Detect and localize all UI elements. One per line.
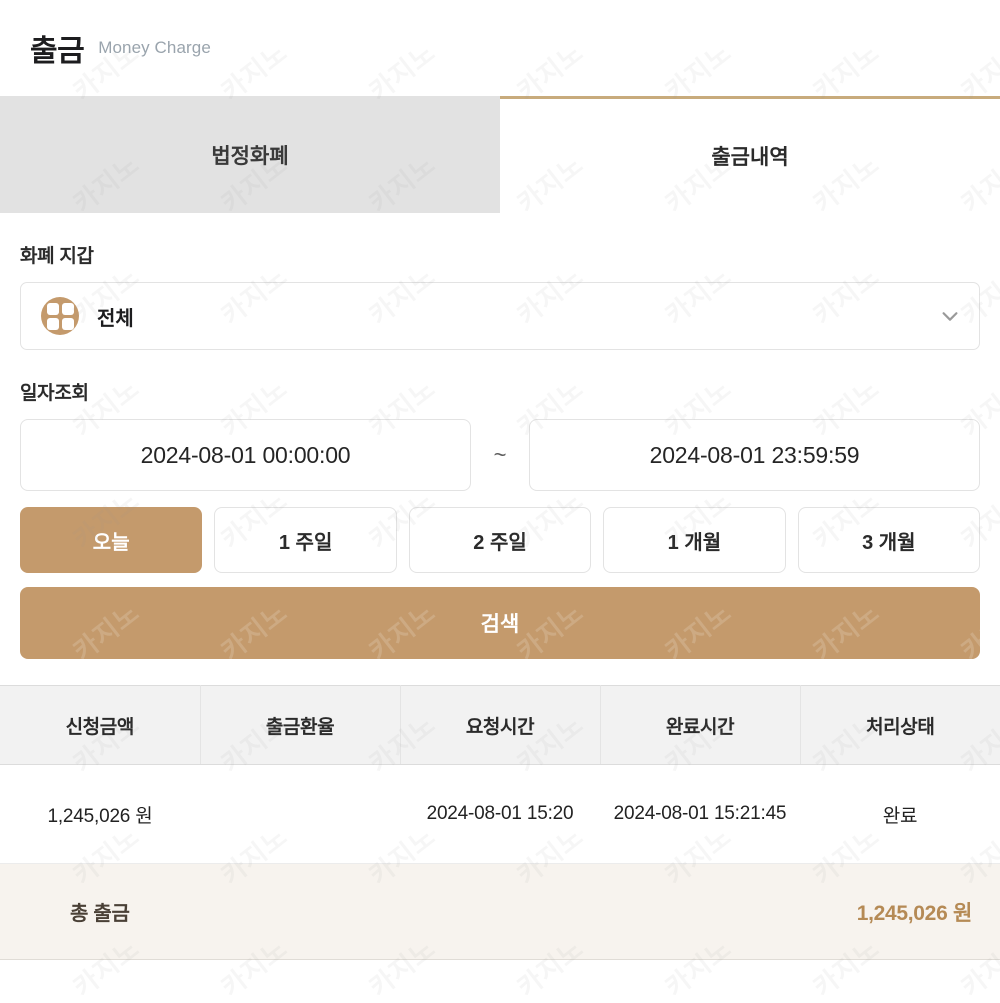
search-button[interactable]: 검색 xyxy=(20,587,980,659)
page-subtitle: Money Charge xyxy=(98,38,211,57)
withdrawal-history-page: 출금 Money Charge 법정화폐 출금내역 화폐 지갑 전체 일자조회 … xyxy=(0,0,1000,1003)
chevron-down-icon[interactable] xyxy=(939,305,961,327)
period-button-1month-label: 1 개월 xyxy=(667,531,722,554)
period-filter-row: 오늘 1 주일 2 주일 1 개월 3 개월 xyxy=(20,507,981,573)
period-button-1week[interactable]: 1 주일 xyxy=(214,507,397,573)
end-date-input[interactable]: 2024-08-01 23:59:59 xyxy=(529,419,980,491)
period-button-2week[interactable]: 2 주일 xyxy=(408,507,592,573)
withdrawal-table: 신청금액 출금환율 요청시간 완료시간 처리상태 1,245,026 원 202… xyxy=(0,685,1000,864)
cell-rate xyxy=(200,764,400,864)
period-button-3month[interactable]: 3 개월 xyxy=(797,507,981,573)
cell-amount: 1,245,026 원 xyxy=(0,764,200,864)
period-button-1month[interactable]: 1 개월 xyxy=(603,507,786,573)
total-summary-bar: 총 출금 1,245,026 원 xyxy=(0,864,1000,960)
table-row[interactable]: 1,245,026 원 2024-08-01 15:20 2024-08-01 … xyxy=(0,764,1000,864)
period-button-today-label: 오늘 xyxy=(92,531,130,554)
column-header-status: 처리상태 xyxy=(800,685,1000,765)
wallet-selected-value: 전체 xyxy=(97,307,134,330)
period-button-today[interactable]: 오늘 xyxy=(20,507,203,573)
start-date-input[interactable]: 2024-08-01 00:00:00 xyxy=(20,419,471,491)
table-header-row: 신청금액 출금환율 요청시간 완료시간 처리상태 xyxy=(0,685,1000,765)
wallet-select[interactable]: 전체 xyxy=(20,282,980,350)
cell-complete-time: 2024-08-01 15:21:45 xyxy=(600,764,800,864)
period-button-2week-label: 2 주일 xyxy=(473,531,527,554)
four-squares-icon xyxy=(41,297,79,335)
tab-fiat-currency[interactable]: 법정화폐 xyxy=(0,97,500,213)
tab-withdrawal-history-label: 출금내역 xyxy=(711,146,789,169)
tab-bar: 법정화폐 출금내역 xyxy=(0,96,1000,213)
status-badge: 완료 xyxy=(800,764,1000,864)
date-range-row: 2024-08-01 00:00:00 ~ 2024-08-01 23:59:5… xyxy=(20,419,980,491)
period-button-1week-label: 1 주일 xyxy=(278,531,333,554)
date-query-label: 일자조회 xyxy=(20,383,89,404)
column-header-amount: 신청금액 xyxy=(0,685,201,765)
total-value: 1,245,026 원 xyxy=(856,901,973,925)
tab-fiat-currency-label: 법정화폐 xyxy=(211,145,289,168)
page-title: 출금 xyxy=(30,35,85,68)
column-header-request-time: 요청시간 xyxy=(400,685,601,765)
period-button-3month-label: 3 개월 xyxy=(862,531,916,554)
date-range-separator: ~ xyxy=(493,442,507,467)
tab-withdrawal-history[interactable]: 출금내역 xyxy=(500,96,1000,213)
withdrawal-table-wrap: 신청금액 출금환율 요청시간 완료시간 처리상태 1,245,026 원 202… xyxy=(0,685,1000,864)
wallet-label: 화폐 지갑 xyxy=(20,246,94,267)
total-label: 총 출금 xyxy=(70,903,130,925)
filter-panel: 화폐 지갑 전체 일자조회 2024-08-01 00:00:00 ~ 2024… xyxy=(0,241,1000,659)
cell-request-time: 2024-08-01 15:20 xyxy=(400,764,600,864)
column-header-rate: 출금환율 xyxy=(200,685,401,765)
page-header: 출금 Money Charge xyxy=(0,0,1000,96)
search-button-label: 검색 xyxy=(480,613,520,636)
column-header-complete-time: 완료시간 xyxy=(600,685,801,765)
